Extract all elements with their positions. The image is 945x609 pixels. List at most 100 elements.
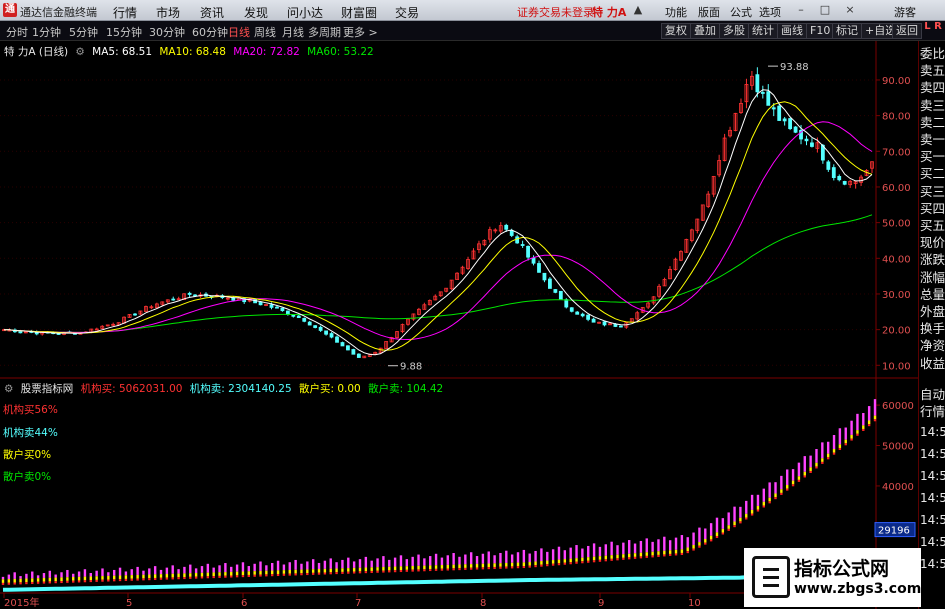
menu-wealth[interactable]: 财富圈 (341, 4, 377, 21)
statistics-button[interactable]: 统计 (748, 23, 778, 39)
mark-button[interactable]: 标记 (832, 23, 862, 39)
indicator-bar-base (259, 574, 262, 577)
indicator-bar-top (358, 559, 362, 568)
indicator-bar-base (780, 492, 783, 495)
auto-toggle[interactable]: 自动 (920, 386, 945, 403)
chevron-up-icon[interactable]: ▲ (631, 3, 645, 17)
indicator-bar-top (838, 428, 842, 445)
candle (133, 313, 137, 316)
indicator-bar-top (83, 569, 87, 577)
gear-icon[interactable]: ⚙ (75, 46, 84, 58)
indicator-bar-top (72, 573, 75, 578)
indicator-bar-top (259, 561, 262, 571)
indicator-bar-mid (358, 567, 362, 572)
indicator-bar-top (66, 569, 69, 578)
indicator-bar-mid (838, 444, 842, 448)
kline-chart-svg[interactable]: 90.00 80.00 70.00 60.00 50.00 40.00 30.00 20.00… (0, 41, 918, 609)
indicator-bar-mid (622, 554, 625, 558)
guest-login[interactable]: 游客 (894, 4, 916, 20)
indicator-bar-top (809, 455, 812, 468)
menu-options[interactable]: 选项 (759, 4, 781, 20)
sub-legend: ⚙ 股票指标网 机构买: 5062031.00 机构卖: 2304140.25 … (4, 381, 447, 396)
indicator-bar-top (399, 555, 403, 567)
indicator-bar-base (224, 575, 227, 578)
indicator-bar-base (136, 578, 139, 581)
main-legend: 特 力A (日线) ⚙ MA5: 68.51 MA10: 68.48 MA20:… (4, 44, 378, 59)
menu-quotes[interactable]: 行情 (113, 4, 137, 21)
quote-side-panel: 委比 卖五 卖四 卖三 卖二 卖一 买一 买二 买三 买四 买五 现价 涨跌 涨幅 总量 外盘 换手 净资 收益 自动… (918, 41, 945, 609)
left-right-toggle[interactable]: L R (921, 22, 945, 40)
maximize-icon[interactable]: □ (818, 3, 832, 17)
indicator-bar-top (317, 562, 321, 570)
indicator-bar-base (399, 570, 403, 573)
indicator-bar-base (534, 565, 537, 568)
indicator-bar-base (183, 577, 186, 580)
period-30min[interactable]: 30分钟 (149, 24, 185, 40)
period-weekly[interactable]: 周线 (254, 24, 276, 40)
period-monthly[interactable]: 月线 (282, 24, 304, 40)
indicator-bar-mid (774, 493, 777, 498)
adjust-button[interactable]: 复权 (661, 23, 691, 39)
indicator-bar-top (42, 573, 46, 578)
candle (526, 245, 530, 258)
period-15min[interactable]: 15分钟 (106, 24, 142, 40)
indicator-bar-top (434, 553, 438, 566)
minimize-icon[interactable]: – (794, 3, 808, 17)
f10-button[interactable]: F10 (806, 23, 835, 39)
indicator-bar-top (19, 576, 22, 579)
ma10-line (3, 101, 873, 351)
login-warning[interactable]: 证券交易未登录 (517, 4, 594, 20)
candle (788, 118, 793, 130)
period-1min[interactable]: 1分钟 (32, 24, 61, 40)
menu-news[interactable]: 资讯 (200, 4, 224, 21)
period-intraday[interactable]: 分时 (6, 24, 28, 40)
indicator-bar-top (153, 566, 157, 575)
menu-formula[interactable]: 公式 (730, 4, 752, 20)
indicator-bar-base (153, 577, 157, 581)
indicator-bar-top (815, 449, 818, 463)
overlay-button[interactable]: 叠加 (690, 23, 720, 39)
inst-buy-value: 机构买: 5062031.00 (80, 383, 183, 395)
close-icon[interactable]: × (843, 3, 857, 17)
indicator-bar-base (48, 581, 52, 584)
period-daily[interactable]: 日线 (228, 24, 250, 40)
draw-line-button[interactable]: 画线 (777, 23, 807, 39)
multi-stock-button[interactable]: 多股 (719, 23, 749, 39)
retail-sell-value: 散户卖: 104.42 (368, 383, 444, 395)
indicator-bar-mid (95, 576, 98, 580)
indicator-bar-top (36, 575, 40, 579)
indicator-bar-base (382, 570, 385, 573)
indicator-bar-base (739, 521, 742, 524)
back-button[interactable]: 返回 (892, 23, 922, 39)
indicator-bar-mid (516, 562, 520, 567)
menu-market[interactable]: 市场 (156, 4, 180, 21)
menu-function[interactable]: 功能 (665, 4, 687, 20)
menu-layout[interactable]: 版面 (698, 4, 720, 20)
indicator-bar-mid (651, 551, 654, 556)
indicator-bar-mid (317, 569, 321, 573)
indicator-bar-top (587, 545, 590, 558)
quote-field-label: 换手 (920, 321, 945, 337)
sub-gear-icon[interactable]: ⚙ (4, 383, 13, 395)
indicator-bar-base (417, 569, 420, 572)
indicator-bar-top (768, 482, 771, 498)
period-5min[interactable]: 5分钟 (69, 24, 98, 40)
indicator-bar-mid (25, 578, 28, 583)
indicator-bar-base (142, 578, 145, 581)
quote-toggle[interactable]: 行情 (920, 403, 945, 420)
indicator-bar-top (31, 571, 34, 579)
indicator-bar-base (124, 578, 128, 581)
menu-assistant[interactable]: 问小达 (287, 4, 323, 21)
candle (553, 289, 558, 293)
indicator-bar-top (622, 542, 625, 555)
indicator-bar-base (429, 569, 432, 572)
period-60min[interactable]: 60分钟 (192, 24, 228, 40)
period-more[interactable]: 更多 > (343, 24, 378, 40)
quote-field-label: 买二 (920, 166, 945, 182)
menu-discover[interactable]: 发现 (244, 4, 268, 21)
menu-trade[interactable]: 交易 (395, 4, 419, 21)
indicator-bar-mid (36, 578, 40, 582)
indicator-bar-mid (534, 561, 537, 566)
chart-area[interactable]: 90.00 80.00 70.00 60.00 50.00 40.00 30.00 20.00… (0, 41, 918, 609)
period-multi[interactable]: 多周期 (308, 24, 341, 40)
